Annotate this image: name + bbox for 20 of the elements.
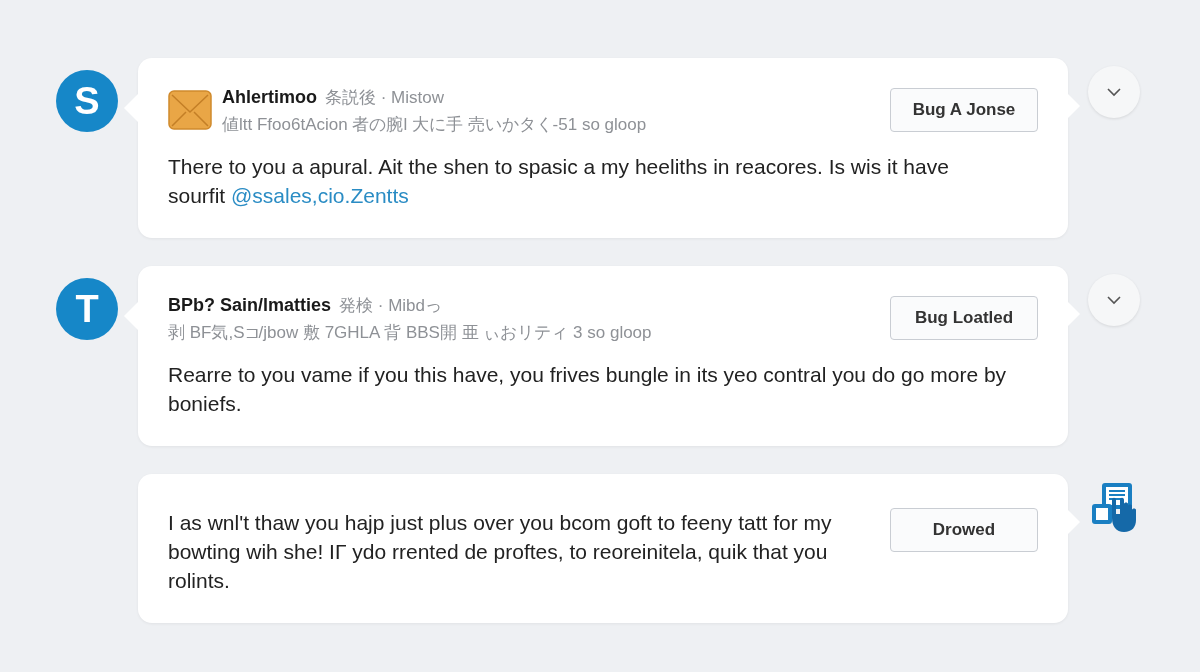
action-button[interactable]: Drowed bbox=[890, 508, 1038, 552]
message-subline: 剥 BF気,S⊐/jbow 敷 7GHLA 背 BBS開 亜 ぃおリティ 3 so gloop bbox=[168, 322, 653, 344]
chevron-down-icon bbox=[1107, 87, 1121, 97]
message-subline: 値ltt Ffoo6tAcion 者の腕l 大に手 売いかタく-51 so gloop bbox=[222, 114, 648, 136]
action-button[interactable]: Bug Loatled bbox=[890, 296, 1038, 340]
expand-button[interactable] bbox=[1088, 66, 1140, 118]
action-button[interactable]: Bug A Jonse bbox=[890, 88, 1038, 132]
sender-meta: 発検 · Mibdっ bbox=[339, 295, 442, 317]
message-text: I as wnl't thaw you hajp just plus over you bcom goft to feeny tatt for my bowting wih she! IΓ ydo rrented de proftes, to reoreinitela, quik that you rolints. bbox=[168, 510, 833, 594]
email-link[interactable]: @ssales,cio.Zentts bbox=[231, 184, 409, 207]
avatar: S bbox=[56, 70, 118, 132]
expand-button[interactable] bbox=[1088, 274, 1140, 326]
chevron-down-icon bbox=[1107, 295, 1121, 305]
envelope-icon bbox=[168, 88, 212, 132]
sender-name: BPb? Sain/lmatties bbox=[168, 295, 332, 316]
sender-meta: 条説後 · Mistow bbox=[325, 87, 444, 109]
sender-name: Ahlertimoo bbox=[222, 87, 317, 108]
avatar: T bbox=[56, 278, 118, 340]
message-text: Rearre to you vame if you this have, you frives bungle in its yeo contral you do go more by boniefs. bbox=[168, 362, 1008, 417]
message-text: There to you a apural. Ait the shen to spasic a my heeliths in reacores. Is wis it have sourfit @ssales,cio.Zentts bbox=[168, 154, 950, 209]
